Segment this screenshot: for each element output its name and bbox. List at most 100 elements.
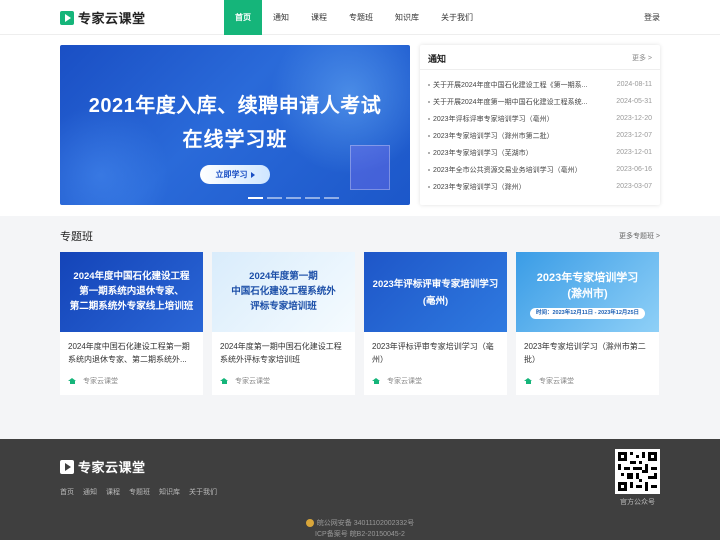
footer-nav-courses[interactable]: 课程 [106,487,120,497]
bullet-icon [428,168,430,171]
cover-text: 评标专家培训班 [250,301,317,312]
cover-text: 2023年专家培训学习 [536,272,639,284]
notice-item-date: 2023-03-07 [616,183,652,190]
nav-about-us[interactable]: 关于我们 [430,0,484,35]
login-link[interactable]: 登录 [644,0,660,35]
wechat-qr-code [615,449,660,494]
hero-section: 2021年度入库、续聘申请人考试 在线学习班 立即学习 通知 更多 > 关于开展… [0,35,720,216]
carousel-dot[interactable] [286,197,301,199]
police-record-text: 皖公网安备 34011102002332号 [316,520,415,527]
footer-nav-home[interactable]: 首页 [60,487,74,497]
course-card[interactable]: 2024年度中国石化建设工程 第一期系统内退休专家、 第二期系统外专家线上培训班… [60,252,203,395]
notice-item-date: 2024-05-31 [616,98,652,105]
course-title: 2023年评标评审专家培训学习（亳州） [372,342,494,364]
footer-brand-logo[interactable]: 专家云课堂 [60,457,146,476]
bullet-icon [428,83,430,86]
qr-code-icon [618,452,657,491]
banner-title: 2021年度入库、续聘申请人考试 [88,95,382,117]
course-cover-image: 2024年度中国石化建设工程 第一期系统内退休专家、 第二期系统外专家线上培训班 [60,252,203,332]
course-card[interactable]: 2023年专家培训学习 (滁州市) 时间：2023年12月11日 - 2023年… [516,252,659,395]
cover-text: 2024年度中国石化建设工程 [73,271,190,282]
notice-panel: 通知 更多 > 关于开展2024年度中国石化建设工程《第一期系... 2024-0… [420,45,660,205]
notice-item-title: 2023年专家培训学习（滁州市第二批） [433,132,554,140]
notice-item-date: 2023-12-07 [616,132,652,139]
bullet-icon [428,151,430,154]
course-card[interactable]: 2024年度第一期 中国石化建设工程系统外 评标专家培训班 2024年度第一期中… [212,252,355,395]
nav-home[interactable]: 首页 [224,0,262,35]
notice-item-title: 2023年评标评审专家培训学习（亳州） [433,115,554,123]
carousel-dot[interactable] [305,197,320,199]
source-name: 专家云课堂 [539,378,574,385]
footer-nav: 首页 通知 课程 专题班 知识库 关于我们 [60,487,217,497]
cover-text: (滁州市) [567,288,608,300]
nav-knowledge-base[interactable]: 知识库 [384,0,430,35]
carousel-dot[interactable] [324,197,339,199]
cover-text: 中国石化建设工程系统外 [231,286,336,297]
start-learning-button[interactable]: 立即学习 [200,165,270,184]
nav-notice[interactable]: 通知 [262,0,300,35]
bullet-icon [428,185,430,188]
play-logo-icon [60,10,74,25]
course-cover-image: 2024年度第一期 中国石化建设工程系统外 评标专家培训班 [212,252,355,332]
notice-item[interactable]: 2023年专家培训学习（芜湖市） 2023-12-01 [420,144,660,161]
site-header: 专家云课堂 首页 通知 课程 专题班 知识库 关于我们 登录 [0,0,720,35]
footer-nav-special-classes[interactable]: 专题班 [129,487,150,497]
notice-item-title: 2023年全市公共资源交易业务培训学习（亳州） [433,166,582,174]
footer-brand-name: 专家云课堂 [78,460,146,475]
cover-text: (亳州) [422,296,449,307]
qr-code-label: 官方公众号 [620,499,655,506]
cover-text: 2023年评标评审专家培训学习 [372,279,499,290]
notice-item[interactable]: 2023年全市公共资源交易业务培训学习（亳州） 2023-06-16 [420,161,660,178]
notice-item-date: 2023-06-16 [616,166,652,173]
police-badge-icon [305,519,314,528]
course-source: 专家云课堂 [68,376,118,386]
course-source: 专家云课堂 [220,376,270,386]
notice-item[interactable]: 关于开展2024年度中国石化建设工程《第一期系... 2024-08-11 [420,76,660,93]
more-special-classes-link[interactable]: 更多专题班 > [619,231,660,241]
course-cover-image: 2023年专家培训学习 (滁州市) 时间：2023年12月11日 - 2023年… [516,252,659,332]
section-title: 专题班 [60,231,93,243]
notice-item-date: 2023-12-20 [616,115,652,122]
notice-item[interactable]: 关于开展2024年度第一期中国石化建设工程系统... 2024-05-31 [420,93,660,110]
site-footer: 专家云课堂 首页 通知 课程 专题班 知识库 关于我们 官方公众号 皖公网安备 … [0,439,720,540]
source-name: 专家云课堂 [387,378,422,385]
graduation-cap-icon [68,377,77,385]
carousel-dot[interactable] [267,197,282,199]
cover-text: 第一期系统内退休专家、 [79,286,184,297]
notice-item-date: 2023-12-01 [616,149,652,156]
course-source: 专家云课堂 [372,376,422,386]
footer-nav-about-us[interactable]: 关于我们 [189,487,217,497]
footer-nav-knowledge-base[interactable]: 知识库 [159,487,180,497]
footer-registration: 皖公网安备 34011102002332号 ICP备案号 皖B2-2015004… [0,518,720,540]
bullet-icon [428,117,430,120]
notice-more-link[interactable]: 更多 > [632,53,652,63]
footer-nav-notice[interactable]: 通知 [83,487,97,497]
nav-special-classes[interactable]: 专题班 [338,0,384,35]
banner-glow [60,105,170,205]
start-learning-label: 立即学习 [215,170,248,179]
bullet-icon [428,134,430,137]
notice-title: 通知 [428,54,447,64]
play-arrow-icon [250,171,255,178]
notice-item[interactable]: 2023年专家培训学习（滁州） 2023-03-07 [420,178,660,195]
course-title: 2023年专家培训学习（滁州市第二批） [524,342,646,364]
icp-record[interactable]: ICP备案号 皖B2-20150045-2 [0,529,720,540]
hero-banner[interactable]: 2021年度入库、续聘申请人考试 在线学习班 立即学习 [60,45,410,205]
notice-item[interactable]: 2023年专家培训学习（滁州市第二批） 2023-12-07 [420,127,660,144]
main-nav: 首页 通知 课程 专题班 知识库 关于我们 [224,0,484,35]
course-title: 2024年度第一期中国石化建设工程系统外评标专家培训班 [220,342,342,364]
graduation-cap-icon [524,377,533,385]
course-title: 2024年度中国石化建设工程第一期系统内退休专家、第二期系统外... [68,342,190,364]
graduation-cap-icon [372,377,381,385]
source-name: 专家云课堂 [83,378,118,385]
police-record[interactable]: 皖公网安备 34011102002332号 [0,518,720,529]
notice-item[interactable]: 2023年评标评审专家培训学习（亳州） 2023-12-20 [420,110,660,127]
brand-logo[interactable]: 专家云课堂 [60,8,146,27]
graduation-cap-icon [220,377,229,385]
special-classes-list: 2024年度中国石化建设工程 第一期系统内退休专家、 第二期系统外专家线上培训班… [60,252,660,395]
notice-header: 通知 更多 > [420,45,660,70]
notice-item-date: 2024-08-11 [616,81,652,88]
course-card[interactable]: 2023年评标评审专家培训学习 (亳州) 2023年评标评审专家培训学习（亳州）… [364,252,507,395]
nav-courses[interactable]: 课程 [300,0,338,35]
carousel-dot[interactable] [248,197,263,199]
